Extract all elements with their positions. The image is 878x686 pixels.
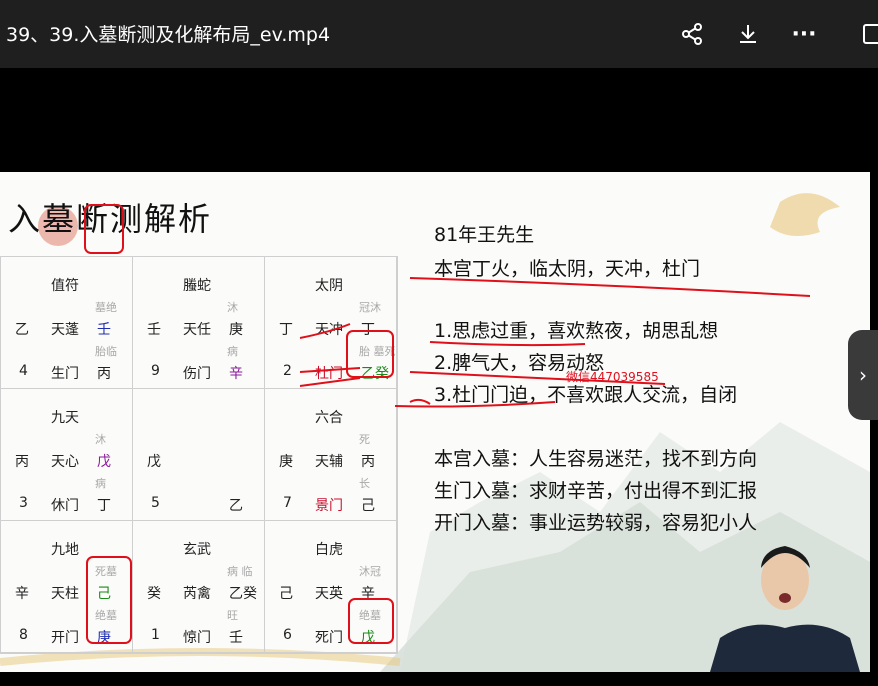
palace-text: 天辅 [315, 454, 343, 470]
palace-text: 伤门 [183, 366, 211, 382]
palace-cell: 玄武癸 芮禽 乙癸 病 临旺 1 惊门 壬 [133, 521, 265, 653]
point-1: 1.思虑过重，喜欢熬夜，胡思乱想 [434, 320, 719, 342]
palace-text: 4 [19, 363, 28, 379]
palace-text: 休门 [51, 498, 79, 514]
palace-text: 白虎 [315, 542, 343, 558]
palace-text: 乙 [15, 322, 29, 338]
share-icon[interactable] [676, 18, 708, 50]
next-arrow-button[interactable]: › [848, 330, 878, 420]
palace-text: 死 [359, 433, 370, 446]
palace-text: 景门 [315, 498, 343, 514]
palace-text: 己 [361, 498, 375, 514]
palace-text: 丁 [279, 322, 293, 338]
palace-text: 戊 [147, 454, 161, 470]
palace-text: 乙 [229, 498, 243, 514]
palace-text: 9 [151, 363, 160, 379]
palace-text: 6 [283, 627, 292, 643]
palace-text: 壬 [97, 322, 111, 338]
palace-text: 旺 [227, 609, 238, 622]
palace-text: 庚 [229, 322, 243, 338]
palace-text: 病 [227, 345, 238, 358]
point-3: 3.杜门门迫，不喜欢跟人交流，自闭 [434, 384, 738, 406]
palace-cell: 六合庚 天辅 丙死长 7 景门 己 [265, 389, 397, 521]
palace-text: 1 [151, 627, 160, 643]
palace-text: 胎临 [95, 345, 117, 358]
palace-text: 癸 [147, 586, 161, 602]
highlight-box [346, 330, 394, 378]
palace-text: 天冲 [315, 322, 343, 338]
palace-text: 天心 [51, 454, 79, 470]
palace-text: 庚 [279, 454, 293, 470]
palace-text: 六合 [315, 410, 343, 426]
effect-1: 本宫入墓：人生容易迷茫，找不到方向 [434, 448, 758, 470]
palace-text: 壬 [229, 630, 243, 646]
palace-text: 九天 [51, 410, 79, 426]
palace-text: 天英 [315, 586, 343, 602]
window-title: 39、39.入墓断测及化解布局_ev.mp4 [6, 24, 331, 46]
palace-text: 壬 [147, 322, 161, 338]
palace-text: 太阴 [315, 278, 343, 294]
palace-text: 沐冠 [359, 565, 381, 578]
more-icon[interactable]: ··· [788, 18, 820, 50]
palace-text: 墓绝 [95, 301, 117, 314]
palace-cell: 值符乙 天蓬 壬 墓绝胎临 4 生门 丙 [1, 257, 133, 389]
palace-text: 病 临 [227, 565, 253, 578]
palace-text: 乙癸 [229, 586, 257, 602]
palace-text: 天柱 [51, 586, 79, 602]
palace-text: 5 [151, 495, 160, 511]
download-icon[interactable] [732, 18, 764, 50]
highlight-box [86, 556, 132, 644]
qimen-chart: 值符乙天蓬壬墓绝 胎临 4 生门丙螣蛇壬天任庚沐病 9 伤门辛太阴丁天冲丁冠沐胎 墓死 2 杜… [0, 256, 398, 654]
palace-text: 2 [283, 363, 292, 379]
palace-text: 7 [283, 495, 292, 511]
palace-cell: 戊 5 乙 [133, 389, 265, 521]
case-title: 81年王先生 [434, 224, 535, 246]
palace-text: 丙 [361, 454, 375, 470]
presenter-video [710, 528, 860, 672]
palace-text: 死门 [315, 630, 343, 646]
palace-text: 玄武 [183, 542, 211, 558]
palace-text: 沐 [227, 301, 238, 314]
palace-text: 丁 [97, 498, 111, 514]
palace-text: 辛 [15, 586, 29, 602]
palace-text: 芮禽 [183, 586, 211, 602]
palace-text: 生门 [51, 366, 79, 382]
title-bar: 39、39.入墓断测及化解布局_ev.mp4 ··· [0, 0, 878, 68]
palace-text: 戊 [97, 454, 111, 470]
palace-text: 己 [279, 586, 293, 602]
palace-text: 辛 [229, 366, 243, 382]
palace-text: 天蓬 [51, 322, 79, 338]
palace-text: 沐 [95, 433, 106, 446]
effect-3: 开门入墓：事业运势较弱，容易犯小人 [434, 512, 758, 534]
palace-text: 8 [19, 627, 28, 643]
palace-cell: 螣蛇壬 天任 庚沐病 9 伤门 辛 [133, 257, 265, 389]
palace-text: 丙 [15, 454, 29, 470]
palace-text: 冠沐 [359, 301, 381, 314]
palace-text: 3 [19, 495, 28, 511]
palace-text: 丙 [97, 366, 111, 382]
palace-text: 长 [359, 477, 370, 490]
highlight-box [84, 204, 124, 254]
palace-text: 天任 [183, 322, 211, 338]
palace-cell: 九天丙 天心 戊沐病 3 休门 丁 [1, 389, 133, 521]
highlight-box [348, 598, 394, 644]
palace-text: 九地 [51, 542, 79, 558]
palace-text: 螣蛇 [183, 278, 211, 294]
palace-text: 开门 [51, 630, 79, 646]
palace-text: 惊门 [183, 630, 211, 646]
palace-text: 值符 [51, 278, 79, 294]
effect-2: 生门入墓：求财辛苦，付出得不到汇报 [434, 480, 758, 502]
save-icon[interactable] [856, 18, 878, 50]
case-line: 本宫丁火，临太阴，天冲，杜门 [434, 258, 701, 280]
palace-text: 病 [95, 477, 106, 490]
palace-text: 杜门 [315, 366, 343, 382]
